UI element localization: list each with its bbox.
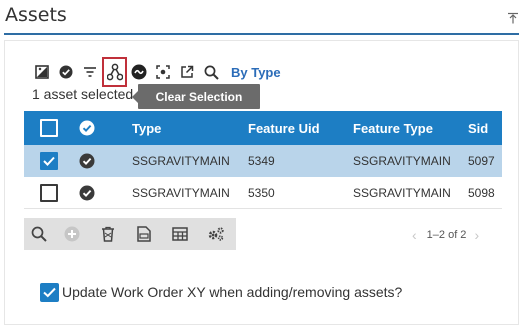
grid-header-row: Type Feature Uid Feature Type Sid xyxy=(24,111,502,145)
panel-header: Assets xyxy=(0,0,523,34)
collapse-icon[interactable] xyxy=(507,11,519,24)
group-by-type-link[interactable]: By Type xyxy=(231,65,281,80)
settings-gears-icon[interactable] xyxy=(198,218,234,250)
cell-feature-type: SSGRAVITYMAIN xyxy=(353,185,451,200)
clear-selection-button[interactable] xyxy=(102,57,127,87)
cell-sid: 5098 xyxy=(468,185,495,200)
cell-type: SSGRAVITYMAIN xyxy=(132,154,230,168)
page-range: 1–2 of 2 xyxy=(426,229,467,241)
select-all-checkbox[interactable] xyxy=(40,119,58,137)
table-view-icon[interactable] xyxy=(162,218,198,250)
cell-feature-uid: 5350 xyxy=(248,185,275,200)
column-header-sid[interactable]: Sid xyxy=(468,121,488,136)
add-icon xyxy=(54,218,90,250)
cell-feature-uid: 5349 xyxy=(248,154,275,168)
row-checkbox[interactable] xyxy=(40,183,58,202)
update-xy-option[interactable]: Update Work Order XY when adding/removin… xyxy=(40,281,402,303)
status-check-icon xyxy=(79,185,95,201)
cell-sid: 5097 xyxy=(468,154,495,168)
next-page-icon[interactable]: › xyxy=(474,227,479,243)
search-icon[interactable] xyxy=(24,218,54,250)
cell-feature-type: SSGRAVITYMAIN xyxy=(353,154,451,168)
status-check-icon xyxy=(79,153,95,169)
form-icon[interactable] xyxy=(126,218,162,250)
link-badge-icon[interactable] xyxy=(127,60,151,84)
zoom-extent-icon[interactable] xyxy=(30,60,54,84)
table-row[interactable]: SSGRAVITYMAIN 5350 SSGRAVITYMAIN 5098 xyxy=(24,177,502,209)
update-xy-label: Update Work Order XY when adding/removin… xyxy=(62,284,403,300)
column-header-type[interactable]: Type xyxy=(132,121,161,136)
column-header-feature-type[interactable]: Feature Type xyxy=(353,121,433,136)
prev-page-icon[interactable]: ‹ xyxy=(412,227,417,243)
panel-title: Assets xyxy=(5,4,67,26)
network-nodes-icon xyxy=(106,63,123,81)
open-external-icon[interactable] xyxy=(175,60,199,84)
asset-toolbar: By Type xyxy=(22,57,281,87)
clear-selection-tooltip: Clear Selection xyxy=(132,84,260,109)
focus-select-icon[interactable] xyxy=(151,60,175,84)
column-header-feature-uid[interactable]: Feature Uid xyxy=(248,121,320,136)
pagination: ‹ 1–2 of 2 › xyxy=(412,225,479,245)
table-row[interactable]: SSGRAVITYMAIN 5349 SSGRAVITYMAIN 5097 xyxy=(24,145,502,177)
selection-count: 1 asset selected xyxy=(32,86,134,102)
cell-type: SSGRAVITYMAIN xyxy=(132,185,230,200)
asset-grid: Type Feature Uid Feature Type Sid SSGRAV… xyxy=(24,111,502,209)
check-circle-icon[interactable] xyxy=(54,60,78,84)
filter-icon[interactable] xyxy=(78,60,102,84)
trash-icon[interactable] xyxy=(90,218,126,250)
header-status-icon xyxy=(79,120,95,136)
update-xy-checkbox[interactable] xyxy=(40,282,59,302)
header-divider xyxy=(4,33,519,35)
grid-action-bar xyxy=(24,218,236,250)
search-icon[interactable] xyxy=(199,60,223,84)
row-checkbox[interactable] xyxy=(40,152,58,170)
